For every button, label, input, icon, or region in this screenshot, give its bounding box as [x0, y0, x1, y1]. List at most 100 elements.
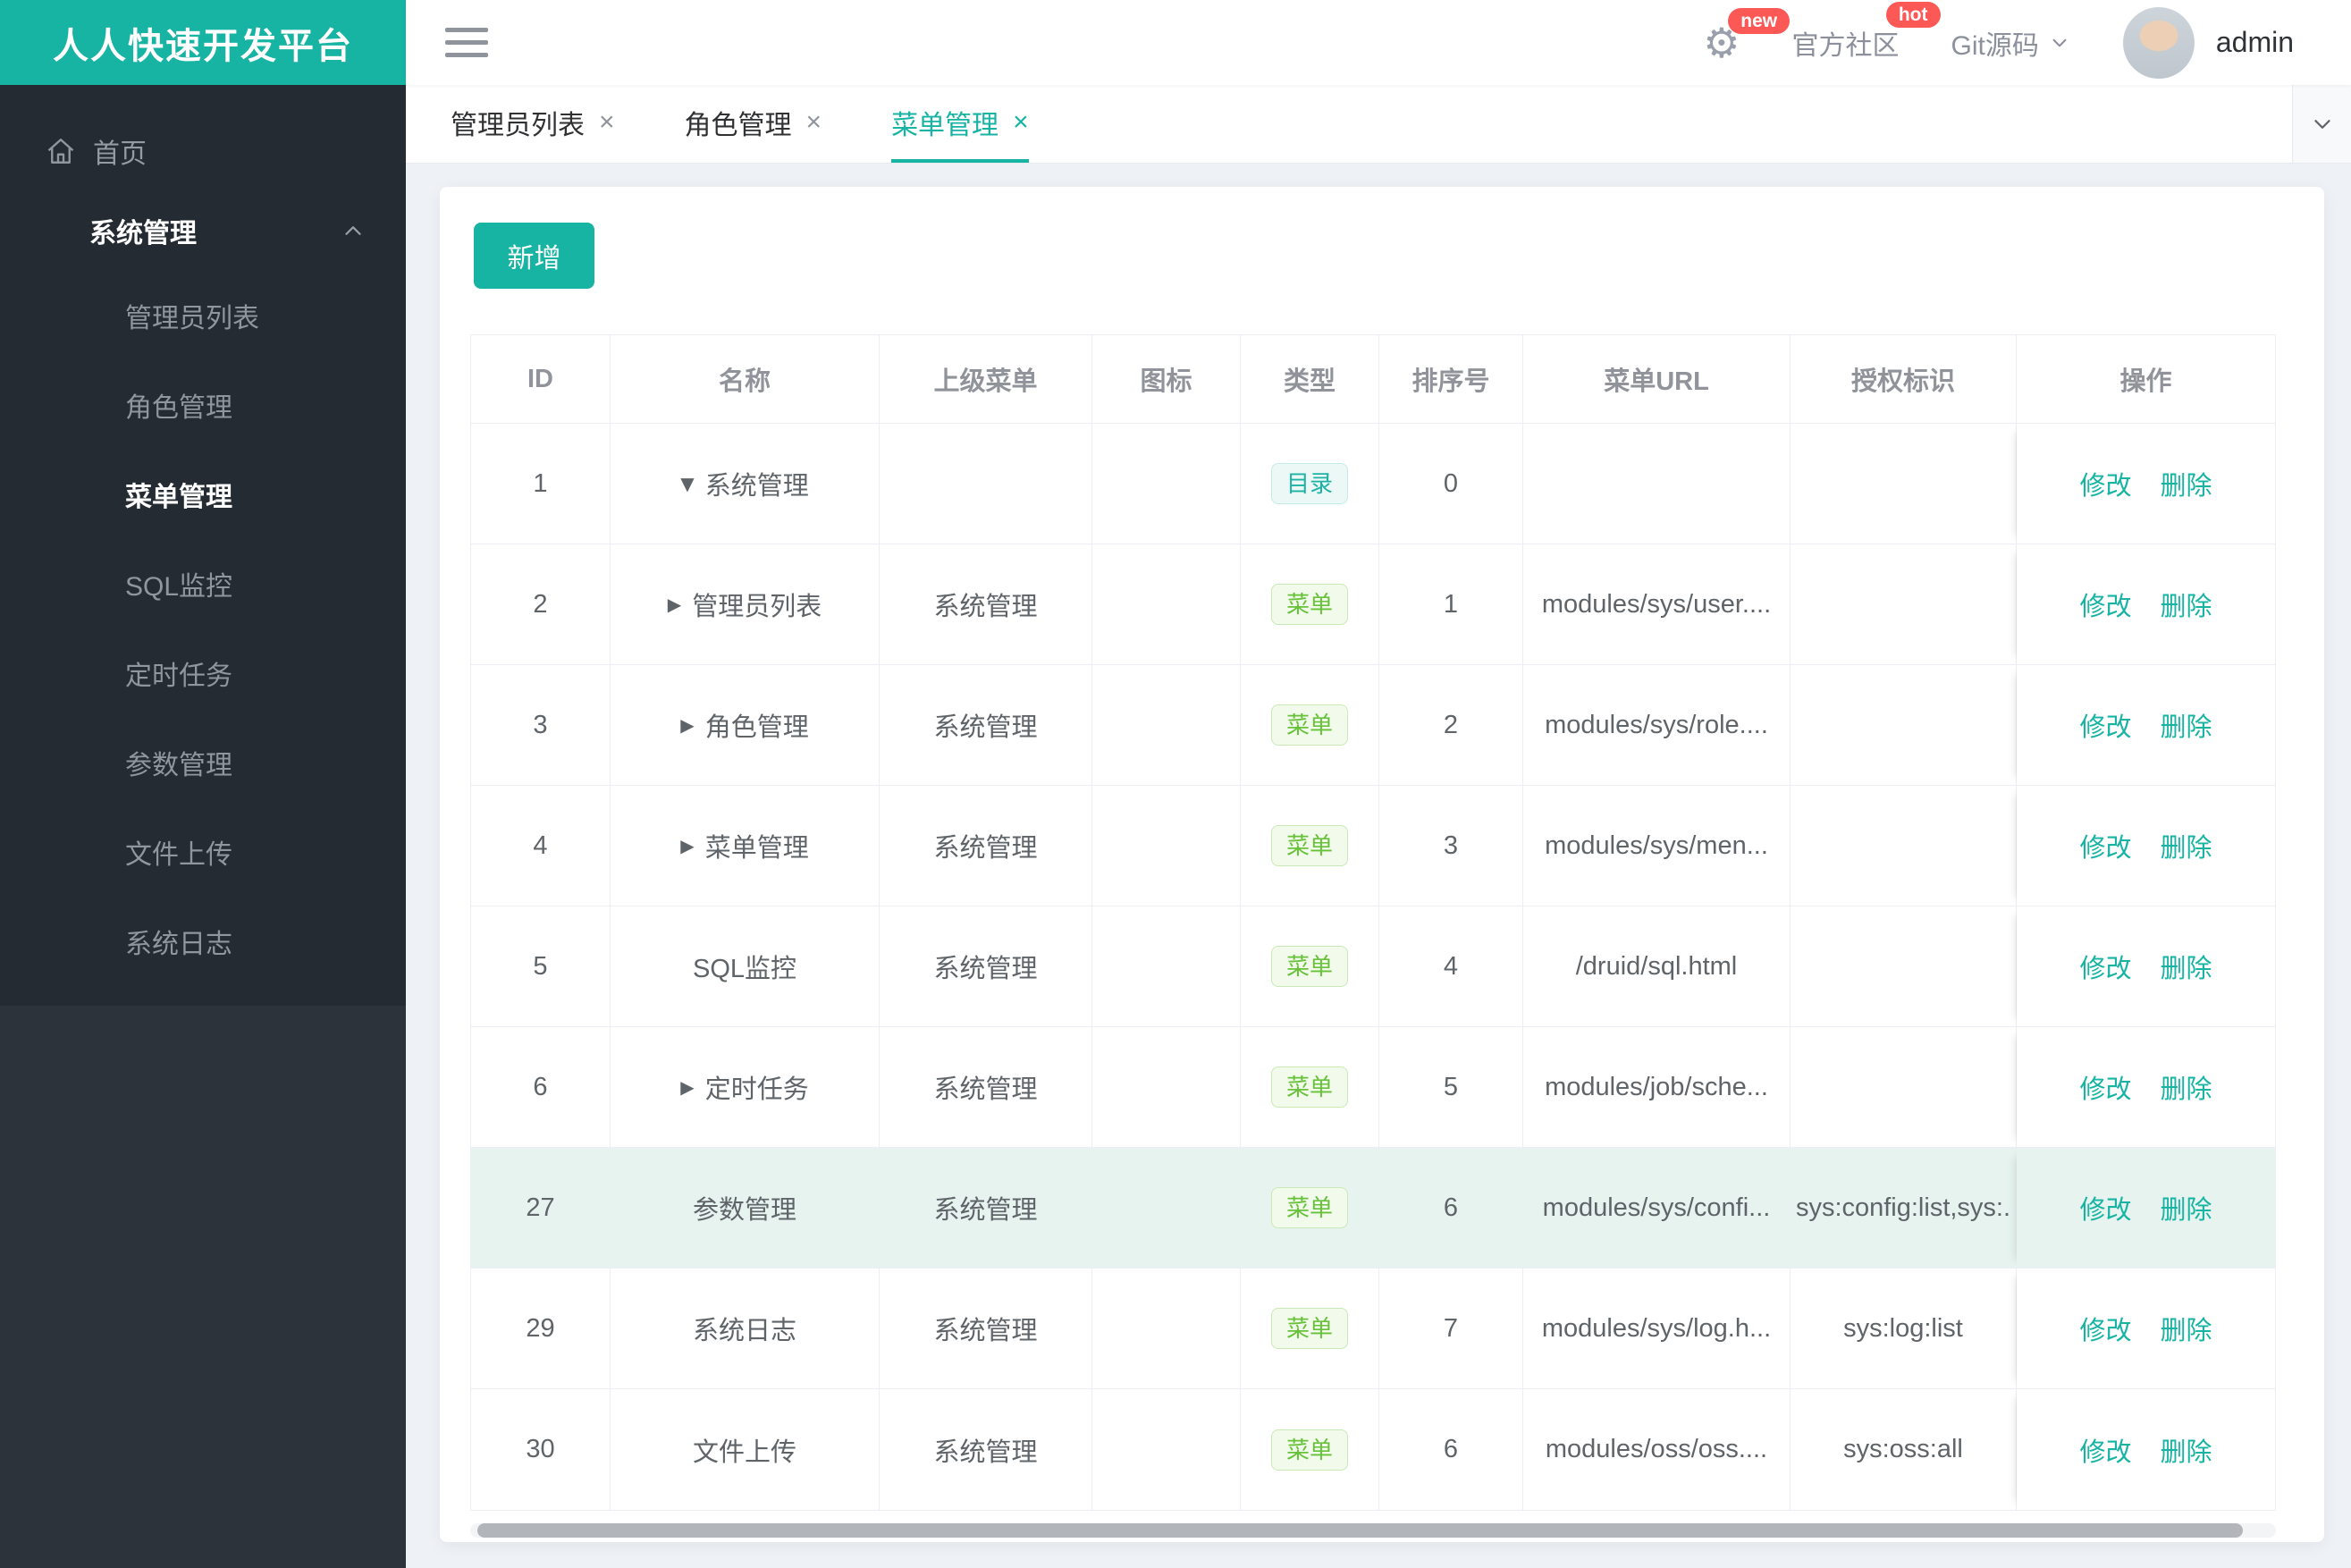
table-row[interactable]: 1 ▼ 系统管理 目录 0 修改 删除 — [471, 424, 2275, 544]
delete-link[interactable]: 删除 — [2161, 948, 2212, 985]
table-row[interactable]: 3 ▶ 角色管理 系统管理 菜单 2 modules/sys/role.... 修改 删除 — [471, 665, 2275, 786]
delete-link[interactable]: 删除 — [2161, 1189, 2212, 1227]
delete-link[interactable]: 删除 — [2161, 706, 2212, 744]
tab-close-icon[interactable]: × — [599, 107, 615, 138]
sidebar-item-4[interactable]: 定时任务 — [0, 628, 406, 718]
scrollbar-thumb[interactable] — [477, 1523, 2243, 1538]
cell-parent: 系统管理 — [880, 786, 1092, 906]
hot-badge: hot — [1885, 1, 1941, 28]
cell-icon — [1092, 906, 1241, 1027]
tab-2[interactable]: 菜单管理 × — [891, 85, 1029, 163]
tab-1[interactable]: 角色管理 × — [685, 85, 822, 163]
menu-name: 菜单管理 — [704, 834, 809, 863]
cell-perm: sys:oss:all — [1791, 1389, 2017, 1510]
cell-icon — [1092, 665, 1241, 786]
cell-url: modules/sys/confi... — [1523, 1148, 1791, 1269]
sidebar-item-6[interactable]: 文件上传 — [0, 807, 406, 897]
cell-name: ▶ 角色管理 — [611, 665, 880, 786]
cell-url: modules/oss/oss.... — [1523, 1389, 1791, 1510]
table-row[interactable]: 6 ▶ 定时任务 系统管理 菜单 5 modules/job/sche... 修改 删除 — [471, 1027, 2275, 1148]
edit-link[interactable]: 修改 — [2079, 586, 2131, 623]
app-root: 人人快速开发平台 首页 系统管理 管理员列表 角色管理 菜单管理 SQL监控 定时任务参… — [0, 0, 2351, 1568]
type-badge: 菜单 — [1270, 584, 1348, 625]
cell-type: 目录 — [1241, 424, 1379, 544]
menu-name: SQL监控 — [692, 955, 797, 983]
caret-down-icon[interactable]: ▼ — [680, 473, 694, 494]
sidebar-item-5[interactable]: 参数管理 — [0, 718, 406, 807]
cell-parent: 系统管理 — [880, 1389, 1092, 1510]
add-button[interactable]: 新增 — [474, 223, 594, 289]
menu-name: 参数管理 — [692, 1196, 796, 1225]
cell-actions: 修改 删除 — [2017, 786, 2275, 906]
edit-link[interactable]: 修改 — [2079, 827, 2131, 864]
tab-dropdown-button[interactable] — [2292, 85, 2351, 163]
cell-icon — [1092, 1148, 1241, 1269]
edit-link[interactable]: 修改 — [2079, 1068, 2131, 1106]
delete-link[interactable]: 删除 — [2161, 586, 2212, 623]
table-row[interactable]: 5 SQL监控 系统管理 菜单 4/druid/sql.html 修改 删除 — [471, 906, 2275, 1027]
edit-link[interactable]: 修改 — [2079, 1431, 2131, 1469]
cell-perm — [1791, 906, 2017, 1027]
user-menu[interactable]: admin — [2122, 6, 2294, 79]
cell-type: 菜单 — [1241, 544, 1379, 665]
horizontal-scrollbar[interactable] — [470, 1523, 2276, 1538]
cell-id: 2 — [471, 544, 611, 665]
cell-type: 菜单 — [1241, 786, 1379, 906]
settings-button[interactable]: ⚙ new — [1703, 7, 1791, 63]
sidebar-item-2[interactable]: 菜单管理 — [0, 450, 406, 539]
menu-toggle-button[interactable] — [445, 28, 488, 57]
sidebar-item-3[interactable]: SQL监控 — [0, 539, 406, 628]
community-link[interactable]: 官方社区 hot — [1791, 1, 1941, 63]
sidebar-item-0[interactable]: 管理员列表 — [0, 271, 406, 360]
type-badge: 菜单 — [1270, 704, 1348, 746]
table-row[interactable]: 27 参数管理 系统管理 菜单 6 modules/sys/confi... sys:con… — [471, 1148, 2275, 1269]
type-badge: 菜单 — [1270, 825, 1348, 866]
cell-parent: 系统管理 — [880, 544, 1092, 665]
cell-id: 6 — [471, 1027, 611, 1148]
tab-0[interactable]: 管理员列表 × — [451, 85, 615, 163]
edit-link[interactable]: 修改 — [2079, 948, 2131, 985]
cell-order: 0 — [1379, 424, 1523, 544]
cell-type: 菜单 — [1241, 1027, 1379, 1148]
edit-link[interactable]: 修改 — [2079, 1189, 2131, 1227]
table-row[interactable]: 30 文件上传 系统管理 菜单 6 modules/oss/oss.... sys:oss:… — [471, 1389, 2275, 1510]
table-row[interactable]: 4 ▶ 菜单管理 系统管理 菜单 3 modules/sys/men... 修改 删除 — [471, 786, 2275, 906]
community-label: 官方社区 — [1791, 30, 1900, 61]
cell-id: 30 — [471, 1389, 611, 1510]
cell-name: ▶ 菜单管理 — [611, 786, 880, 906]
cell-order: 4 — [1379, 906, 1523, 1027]
delete-link[interactable]: 删除 — [2161, 1068, 2212, 1106]
edit-link[interactable]: 修改 — [2079, 1310, 2131, 1347]
type-badge: 菜单 — [1270, 1308, 1348, 1349]
new-badge: new — [1728, 7, 1791, 34]
cell-parent: 系统管理 — [880, 1148, 1092, 1269]
cell-perm — [1791, 424, 2017, 544]
caret-right-icon[interactable]: ▶ — [680, 1076, 694, 1098]
sidebar-item-7[interactable]: 系统日志 — [0, 897, 406, 986]
menu-name: 管理员列表 — [692, 593, 822, 621]
delete-link[interactable]: 删除 — [2161, 827, 2212, 864]
sidebar-item-home[interactable]: 首页 — [0, 112, 406, 190]
delete-link[interactable]: 删除 — [2161, 465, 2212, 502]
sidebar-group-label: 系统管理 — [89, 219, 197, 249]
cell-url: modules/job/sche... — [1523, 1027, 1791, 1148]
caret-right-icon[interactable]: ▶ — [668, 594, 681, 615]
cell-name: 系统日志 — [611, 1269, 880, 1389]
table-row[interactable]: 29 系统日志 系统管理 菜单 7 modules/sys/log.h... sys:log… — [471, 1269, 2275, 1389]
edit-link[interactable]: 修改 — [2079, 706, 2131, 744]
cell-order: 3 — [1379, 786, 1523, 906]
caret-right-icon[interactable]: ▶ — [680, 714, 694, 736]
cell-name: ▶ 定时任务 — [611, 1027, 880, 1148]
sidebar-group-system[interactable]: 系统管理 — [0, 190, 406, 271]
delete-link[interactable]: 删除 — [2161, 1310, 2212, 1347]
cell-url: modules/sys/user.... — [1523, 544, 1791, 665]
git-source-link[interactable]: Git源码 — [1951, 23, 2071, 63]
table-row[interactable]: 2 ▶ 管理员列表 系统管理 菜单 1 modules/sys/user.... 修改 删除 — [471, 544, 2275, 665]
tab-close-icon[interactable]: × — [806, 107, 822, 138]
edit-link[interactable]: 修改 — [2079, 465, 2131, 502]
sidebar-item-1[interactable]: 角色管理 — [0, 360, 406, 450]
delete-link[interactable]: 删除 — [2161, 1431, 2212, 1469]
tab-close-icon[interactable]: × — [1013, 107, 1029, 138]
caret-right-icon[interactable]: ▶ — [680, 835, 694, 856]
menu-name: 定时任务 — [704, 1075, 809, 1104]
